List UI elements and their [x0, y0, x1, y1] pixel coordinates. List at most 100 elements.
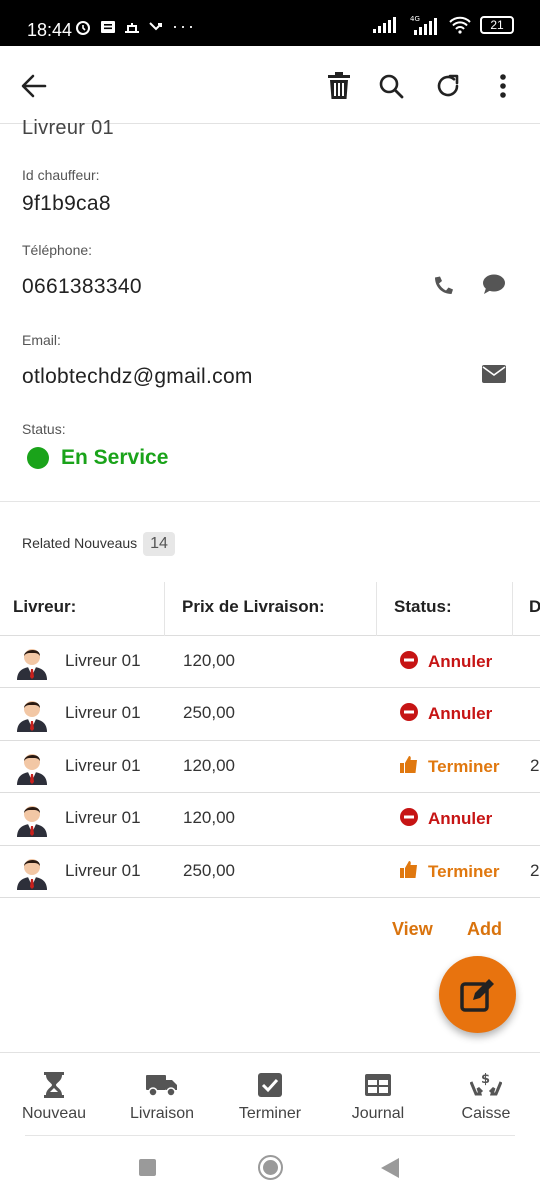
phone-icon	[435, 276, 453, 294]
nav-item-nouveau[interactable]: Nouveau	[0, 1053, 108, 1137]
phone-value: 0661383340	[22, 275, 142, 298]
table-body: Livreur 01 120,00 Annuler Livreur 01 250,00 A…	[0, 636, 540, 898]
cell-status: Annuler	[400, 688, 492, 740]
money-hands-icon: $	[470, 1071, 502, 1099]
col-header-livreur[interactable]: Livreur:	[13, 582, 76, 636]
cell-livreur: Livreur 01	[65, 703, 141, 723]
svg-text:$: $	[481, 1072, 490, 1087]
battery-icon: 21	[480, 16, 514, 34]
id-label: Id chauffeur:	[22, 167, 100, 183]
system-icons: 4G 21	[372, 14, 514, 36]
refresh-icon	[437, 74, 459, 97]
app-icon	[125, 22, 139, 33]
minus-circle-icon	[400, 702, 418, 726]
col-header-date[interactable]: D	[529, 582, 540, 636]
status-text: Terminer	[428, 861, 500, 881]
cell-prix: 250,00	[183, 860, 235, 880]
svg-text:4G: 4G	[410, 15, 420, 23]
table-row[interactable]: Livreur 01 250,00 Terminer 2	[0, 846, 540, 898]
nav-item-terminer[interactable]: Terminer	[216, 1053, 324, 1137]
driver-name: Livreur 01	[22, 117, 114, 139]
table-icon	[362, 1071, 394, 1099]
phone-label: Téléphone:	[22, 242, 93, 258]
bottom-navigation: Nouveau Livraison Terminer Journal $ Cai…	[0, 1052, 540, 1136]
col-divider	[376, 582, 377, 636]
signal-icon	[373, 17, 396, 33]
cell-livreur: Livreur 01	[65, 755, 141, 775]
notification-icons: ···	[74, 16, 196, 37]
cell-livreur: Livreur 01	[65, 651, 141, 670]
status-value: En Service	[61, 446, 169, 469]
cell-status: Terminer	[400, 846, 500, 898]
system-navigation-bar	[0, 1136, 540, 1200]
trash-icon	[328, 72, 350, 99]
refresh-button[interactable]	[428, 66, 468, 106]
thumbs-up-icon	[400, 860, 418, 883]
more-options-button[interactable]	[483, 66, 523, 106]
edit-icon	[459, 978, 494, 1012]
home-icon	[263, 1160, 278, 1175]
search-icon	[379, 74, 404, 99]
col-divider	[164, 582, 165, 636]
nav-label: Journal	[351, 1105, 405, 1122]
cell-status: Annuler	[400, 636, 492, 688]
nav-label: Nouveau	[21, 1105, 87, 1122]
col-header-status[interactable]: Status:	[394, 582, 452, 636]
cell-livreur: Livreur 01	[65, 860, 141, 880]
cell-date: 2	[530, 860, 540, 880]
send-email-button[interactable]	[479, 359, 509, 389]
view-button[interactable]: View	[392, 919, 433, 940]
back-nav-button[interactable]	[381, 1158, 399, 1178]
driver-avatar-icon	[15, 854, 49, 890]
minus-circle-icon	[400, 807, 418, 831]
wifi-icon	[449, 16, 471, 34]
home-button[interactable]	[258, 1155, 283, 1180]
section-divider	[0, 501, 540, 502]
signal-4g-icon: 4G	[410, 15, 437, 35]
table-row[interactable]: Livreur 01 250,00 Annuler	[0, 688, 540, 741]
cell-prix: 120,00	[183, 651, 235, 670]
call-button[interactable]	[429, 270, 459, 300]
search-button[interactable]	[371, 66, 411, 106]
edit-fab-button[interactable]	[439, 956, 516, 1033]
cell-livreur: Livreur 01	[65, 808, 141, 828]
cell-prix: 120,00	[183, 755, 235, 775]
alarm-icon	[76, 20, 90, 35]
back-button[interactable]	[14, 66, 54, 106]
table-header: Livreur: Prix de Livraison: Status: D	[0, 582, 540, 636]
cell-date: 2	[530, 755, 540, 775]
envelope-icon	[482, 365, 506, 383]
nav-item-caisse[interactable]: $ Caisse	[432, 1053, 540, 1137]
status-text: Annuler	[428, 809, 493, 829]
table-row[interactable]: Livreur 01 120,00 Terminer 2	[0, 741, 540, 794]
cell-status: Terminer	[400, 741, 500, 793]
table-row[interactable]: Livreur 01 120,00 Annuler	[0, 636, 540, 689]
chat-icon	[483, 274, 505, 294]
recents-button[interactable]	[139, 1159, 156, 1176]
cell-prix: 120,00	[183, 808, 235, 828]
minus-circle-icon	[400, 650, 418, 674]
driver-avatar-icon	[15, 696, 49, 733]
status-text: Annuler	[428, 704, 493, 724]
col-header-prix[interactable]: Prix de Livraison:	[182, 582, 325, 636]
hourglass-icon	[38, 1071, 70, 1099]
nav-item-journal[interactable]: Journal	[324, 1053, 432, 1137]
add-button[interactable]: Add	[467, 919, 502, 940]
message-icon	[101, 20, 115, 33]
driver-avatar-icon	[15, 749, 49, 785]
system-status-bar: 18:44 ··· 4G 21	[0, 0, 540, 46]
nav-label: Caisse	[461, 1105, 511, 1122]
clock: 18:44	[27, 20, 73, 40]
more-notifications-icon: ···	[172, 16, 196, 36]
battery-level: 21	[490, 18, 504, 32]
table-row[interactable]: Livreur 01 120,00 Annuler	[0, 793, 540, 846]
delete-button[interactable]	[319, 66, 359, 106]
status-indicator-icon	[27, 447, 49, 469]
nav-item-livraison[interactable]: Livraison	[108, 1053, 216, 1137]
missed-call-icon	[149, 21, 162, 30]
email-value: otlobtechdz@gmail.com	[22, 365, 253, 388]
arrow-left-icon	[21, 74, 47, 98]
sms-button[interactable]	[479, 270, 509, 300]
status-text: Annuler	[428, 652, 493, 671]
related-count-badge: 14	[143, 532, 175, 556]
